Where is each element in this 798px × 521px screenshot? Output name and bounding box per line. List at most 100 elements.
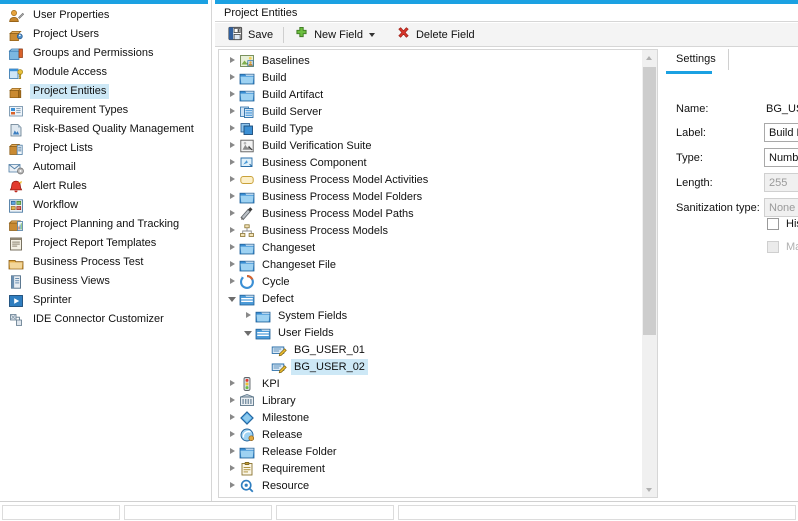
sidebar-item-business-views[interactable]: Business Views (0, 272, 212, 291)
tree-node[interactable]: Business Process Model Activities (219, 171, 639, 188)
tree-expander-collapsed[interactable] (226, 190, 239, 203)
save-button[interactable]: Save (221, 25, 280, 45)
checkbox-box[interactable] (767, 218, 779, 230)
tree-node[interactable]: User Fields (219, 324, 639, 341)
tree-node[interactable]: KPI (219, 375, 639, 392)
tree-scrollbar[interactable] (642, 50, 657, 497)
tree-expander-collapsed[interactable] (226, 275, 239, 288)
tree-expander-collapsed[interactable] (226, 224, 239, 237)
sidebar-item-project-planning-and-tracking[interactable]: Project Planning and Tracking (0, 215, 212, 234)
tree-node[interactable]: Build Artifact (219, 86, 639, 103)
folder-icon (255, 308, 271, 324)
type-select[interactable]: Number (764, 148, 798, 167)
tree-expander-collapsed[interactable] (226, 139, 239, 152)
tab-strip: Settings (662, 49, 798, 74)
label-input[interactable]: Build Number (764, 123, 798, 142)
sidebar-item-workflow[interactable]: Workflow (0, 196, 212, 215)
tree-node-label: Changeset File (259, 257, 339, 273)
entity-tree-panel: BaselinesBuildBuild ArtifactBuild Server… (218, 49, 658, 498)
sidebar-item-project-entities[interactable]: Project Entities (0, 82, 212, 101)
tree-expander-collapsed[interactable] (226, 445, 239, 458)
tree-node[interactable]: Build (219, 69, 639, 86)
sidebar-item-label: Requirement Types (30, 103, 131, 118)
tree-node[interactable]: Milestone (219, 409, 639, 426)
tree-node-label: User Fields (275, 325, 337, 341)
tree-node[interactable]: Business Process Models (219, 222, 639, 239)
tree-node-label: Release (259, 427, 305, 443)
tree-node[interactable]: BG_USER_01 (219, 341, 639, 358)
tree-expander-collapsed[interactable] (226, 462, 239, 475)
sidebar-item-groups-and-permissions[interactable]: Groups and Permissions (0, 44, 212, 63)
tree-node[interactable]: Business Process Model Paths (219, 205, 639, 222)
tree-expander-expanded[interactable] (242, 326, 255, 339)
new-field-button[interactable]: New Field (287, 25, 382, 45)
sidebar-item-project-users[interactable]: Project Users (0, 25, 212, 44)
tree-expander-collapsed[interactable] (226, 479, 239, 492)
tree-expander-collapsed[interactable] (226, 173, 239, 186)
sidebar-item-risk-based-quality-management[interactable]: Risk-Based Quality Management (0, 120, 212, 139)
tree-expander-collapsed[interactable] (226, 71, 239, 84)
tree-node-label: Milestone (259, 410, 312, 426)
sidebar-item-user-properties[interactable]: User Properties (0, 6, 212, 25)
tree-expander-collapsed[interactable] (226, 241, 239, 254)
sidebar-item-sprinter[interactable]: Sprinter (0, 291, 212, 310)
sidebar-item-alert-rules[interactable]: Alert Rules (0, 177, 212, 196)
tree-expander-collapsed[interactable] (226, 207, 239, 220)
delete-field-button[interactable]: Delete Field (389, 25, 482, 45)
sidebar-item-business-process-test[interactable]: Business Process Test (0, 253, 212, 272)
tree-expander-collapsed[interactable] (226, 105, 239, 118)
tree-node[interactable]: Baselines (219, 52, 639, 69)
tree-node[interactable]: Build Type (219, 120, 639, 137)
tree-node[interactable]: Resource (219, 477, 639, 494)
requirement-icon (239, 461, 255, 477)
folder-icon (239, 189, 255, 205)
scroll-down-button[interactable] (642, 482, 657, 497)
sidebar-item-project-report-templates[interactable]: Project Report Templates (0, 234, 212, 253)
tree-expander-collapsed[interactable] (226, 394, 239, 407)
tree-node[interactable]: Business Process Model Folders (219, 188, 639, 205)
tree-node[interactable]: Changeset (219, 239, 639, 256)
tree-node[interactable]: Requirement (219, 460, 639, 477)
sidebar-item-ide-connector-customizer[interactable]: IDE Connector Customizer (0, 310, 212, 329)
chevron-down-icon[interactable] (369, 33, 375, 37)
tree-node[interactable]: Cycle (219, 273, 639, 290)
sidebar-item-list: User Properties Project Users Groups and P… (0, 6, 212, 329)
chevron-up-icon (646, 56, 652, 60)
tree-node[interactable]: Release Folder (219, 443, 639, 460)
tree-node[interactable]: Business Component (219, 154, 639, 171)
business-process-test-icon (8, 255, 24, 271)
tree-expander-collapsed[interactable] (226, 411, 239, 424)
tree-expander-collapsed[interactable] (226, 88, 239, 101)
tree-expander-collapsed[interactable] (226, 122, 239, 135)
delete-x-icon (396, 26, 411, 44)
tree-expander-collapsed[interactable] (226, 377, 239, 390)
tree-node[interactable]: BG_USER_02 (219, 358, 639, 375)
tree-node[interactable]: Build Server (219, 103, 639, 120)
sidebar-item-label: Project Users (30, 27, 102, 42)
tree-expander-collapsed[interactable] (226, 156, 239, 169)
tree-node[interactable]: Library (219, 392, 639, 409)
tree-node[interactable]: Build Verification Suite (219, 137, 639, 154)
scrollbar-thumb[interactable] (643, 67, 656, 335)
tree-expander-collapsed[interactable] (226, 54, 239, 67)
checkbox-history[interactable]: History (767, 218, 798, 230)
folder-icon (239, 444, 255, 460)
sidebar-item-module-access[interactable]: Module Access (0, 63, 212, 82)
tree-expander-expanded[interactable] (226, 292, 239, 305)
sidebar-item-automail[interactable]: Automail (0, 158, 212, 177)
tree-node-label: Business Process Models (259, 223, 391, 239)
tree-node[interactable]: Defect (219, 290, 639, 307)
tree-expander-collapsed[interactable] (226, 428, 239, 441)
project-lists-icon (8, 141, 24, 157)
sidebar-item-requirement-types[interactable]: Requirement Types (0, 101, 212, 120)
tree-node[interactable]: Release (219, 426, 639, 443)
sidebar-item-project-lists[interactable]: Project Lists (0, 139, 212, 158)
scroll-up-button[interactable] (642, 50, 657, 65)
tree-expander-collapsed[interactable] (242, 309, 255, 322)
tree-node[interactable]: System Fields (219, 307, 639, 324)
tree-expander-collapsed[interactable] (226, 258, 239, 271)
sidebar-item-label: Business Process Test (30, 255, 146, 270)
tab-settings[interactable]: Settings (666, 49, 729, 70)
sidebar-item-label: Sprinter (30, 293, 75, 308)
tree-node[interactable]: Changeset File (219, 256, 639, 273)
